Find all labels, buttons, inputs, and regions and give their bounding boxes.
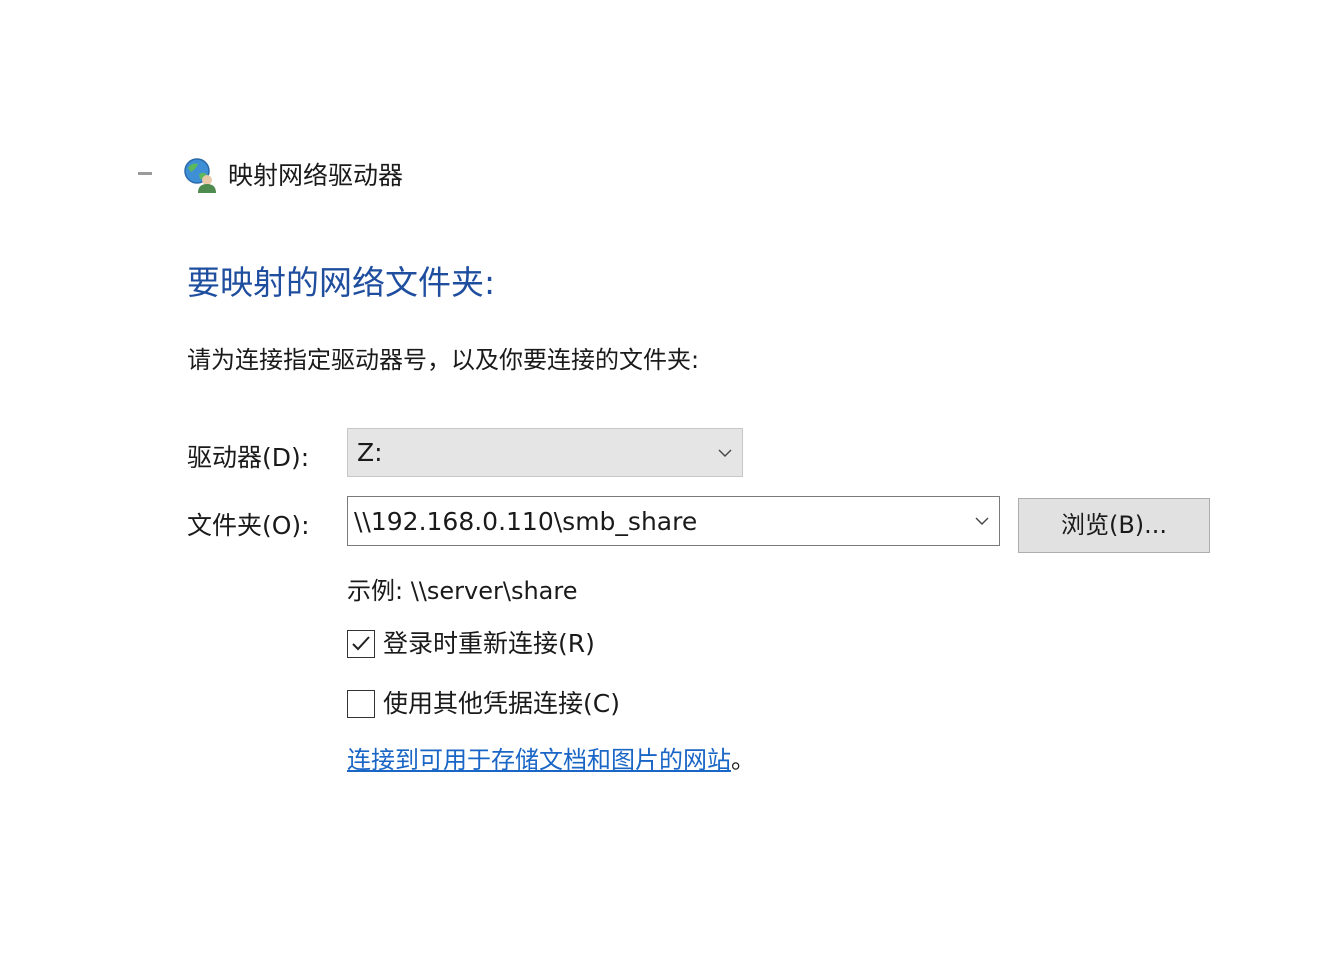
credentials-checkbox[interactable] (347, 690, 375, 718)
network-drive-icon (182, 156, 220, 194)
instruction-text: 请为连接指定驱动器号，以及你要连接的文件夹: (187, 346, 700, 374)
chevron-down-icon (718, 449, 732, 457)
window-title: 映射网络驱动器 (228, 161, 404, 190)
folder-input[interactable] (354, 502, 954, 540)
example-text: 示例: \\server\share (347, 577, 578, 605)
reconnect-checkbox[interactable] (347, 630, 375, 658)
folder-label: 文件夹(O): (187, 511, 310, 540)
link-suffix: 。 (731, 746, 755, 774)
back-button[interactable] (138, 172, 152, 175)
credentials-label: 使用其他凭据连接(C) (383, 689, 620, 718)
reconnect-label: 登录时重新连接(R) (383, 629, 595, 658)
drive-value: Z: (357, 438, 383, 467)
drive-dropdown[interactable]: Z: (347, 428, 743, 477)
browse-button[interactable]: 浏览(B)... (1018, 498, 1210, 553)
drive-label: 驱动器(D): (187, 443, 310, 472)
connect-website-link[interactable]: 连接到可用于存储文档和图片的网站 (347, 746, 731, 774)
chevron-down-icon[interactable] (975, 517, 989, 525)
checkmark-icon (352, 636, 370, 651)
page-heading: 要映射的网络文件夹: (187, 263, 496, 302)
folder-combobox[interactable] (347, 496, 1000, 546)
map-network-drive-dialog: 映射网络驱动器 要映射的网络文件夹: 请为连接指定驱动器号，以及你要连接的文件夹… (0, 0, 1322, 954)
website-link-line: 连接到可用于存储文档和图片的网站。 (347, 743, 755, 777)
